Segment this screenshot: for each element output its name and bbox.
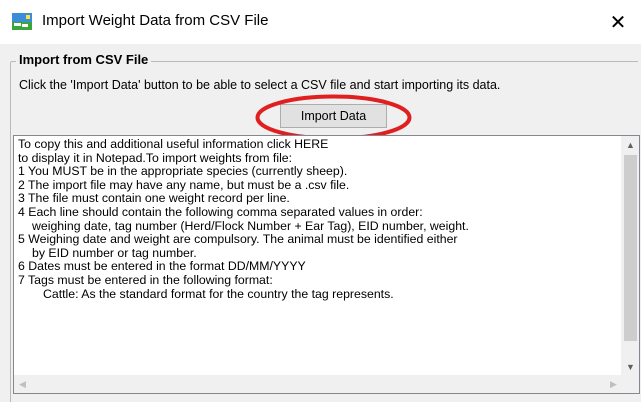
scroll-down-arrow-icon[interactable]: ▼ (622, 358, 639, 375)
help-line: 6 Dates must be entered in the format DD… (18, 259, 306, 274)
scroll-left-arrow-icon[interactable]: ◀ (14, 375, 31, 393)
help-text-content: To copy this and additional useful infor… (18, 137, 612, 301)
app-icon (12, 13, 32, 30)
title-bar: Import Weight Data from CSV File ✕ (0, 0, 641, 44)
scroll-up-arrow-icon[interactable]: ▲ (622, 136, 639, 153)
scroll-right-arrow-icon[interactable]: ▶ (605, 375, 622, 393)
help-line: 4 Each line should contain the following… (18, 204, 423, 219)
group-legend: Import from CSV File (16, 52, 152, 67)
help-line: 7 Tags must be entered in the following … (18, 272, 273, 287)
close-icon: ✕ (609, 11, 627, 34)
help-line: 2 The import file may have any name, but… (18, 177, 350, 192)
help-textarea[interactable]: To copy this and additional useful infor… (13, 135, 640, 394)
close-button[interactable]: ✕ (595, 0, 641, 44)
help-line: Cattle: As the standard format for the c… (43, 286, 394, 301)
vertical-scroll-thumb[interactable] (624, 155, 637, 341)
window-title: Import Weight Data from CSV File (42, 12, 269, 29)
import-data-button[interactable]: Import Data (280, 104, 387, 128)
help-line: by EID number or tag number. (32, 245, 197, 260)
horizontal-scrollbar[interactable]: ◀ ▶ (14, 375, 622, 393)
scrollbar-corner (622, 375, 639, 393)
help-line: 1 You MUST be in the appropriate species… (18, 164, 348, 179)
instruction-text: Click the 'Import Data' button to be abl… (19, 78, 501, 92)
help-line: to display it in Notepad.To import weigh… (18, 150, 293, 165)
help-line: To copy this and additional useful infor… (18, 137, 329, 151)
help-line: weighing date, tag number (Herd/Flock Nu… (32, 218, 469, 233)
vertical-scrollbar[interactable]: ▲ ▼ (621, 136, 639, 375)
help-line: 5 Weighing date and weight are compulsor… (18, 232, 458, 247)
help-line: 3 The file must contain one weight recor… (18, 191, 290, 206)
window-body: Import from CSV File Click the 'Import D… (0, 44, 641, 402)
